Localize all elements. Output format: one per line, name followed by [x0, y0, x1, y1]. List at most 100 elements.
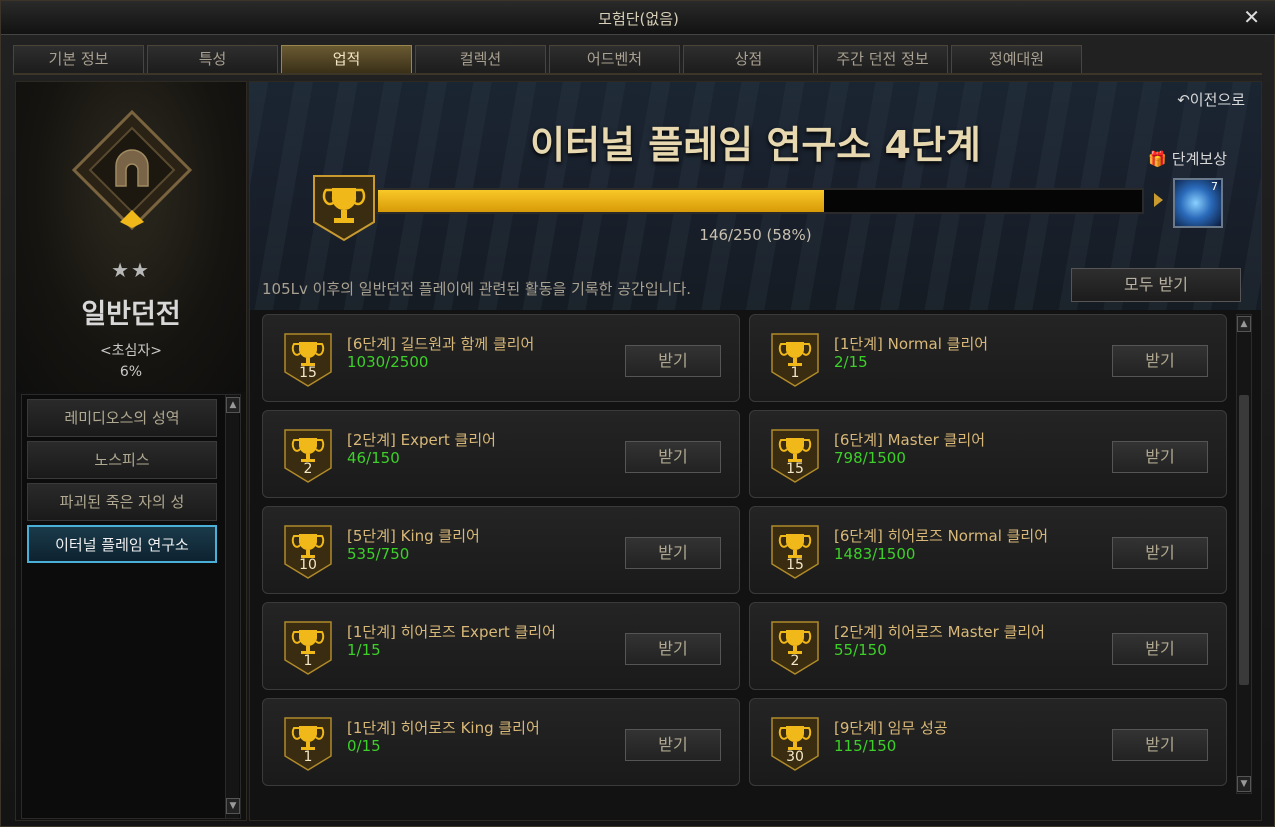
achievement-card: 2 [2단계] 히어로즈 Master 클리어 55/150 받기: [749, 602, 1227, 690]
achievement-progress: 1483/1500: [834, 545, 916, 563]
main-panel: ↶이전으로 이터널 플레임 연구소 4단계 🎁 단계보상 7 146/250 (…: [249, 81, 1262, 821]
achievement-title: [5단계] King 클리어: [347, 527, 480, 545]
left-panel: ★★ 일반던전 <초심자> 6% 레미디오스의 성역 노스피스 파괴된 죽은 자…: [15, 81, 247, 821]
difficulty-stars: ★★: [111, 258, 151, 282]
dungeon-gate-emblem-icon: [72, 110, 192, 230]
claim-button[interactable]: 받기: [1112, 345, 1208, 377]
achievement-progress: 798/1500: [834, 449, 906, 467]
achievement-progress: 46/150: [347, 449, 400, 467]
tab-achievements[interactable]: 업적: [281, 45, 412, 73]
scroll-up-icon[interactable]: ▲: [1237, 316, 1251, 332]
achievement-level: 15: [786, 557, 804, 573]
achievement-progress: 535/750: [347, 545, 410, 563]
stage-progress-fill: [378, 190, 825, 212]
stage-reward-label: 🎁 단계보상: [1148, 148, 1227, 169]
claim-button[interactable]: 받기: [1112, 729, 1208, 761]
achievement-title: [9단계] 임무 성공: [834, 719, 948, 737]
achievement-level: 15: [786, 461, 804, 477]
achievement-card: 1 [1단계] 히어로즈 Expert 클리어 1/15 받기: [262, 602, 740, 690]
dungeon-item-remedios[interactable]: 레미디오스의 성역: [27, 399, 217, 437]
achievement-card: 1 [1단계] Normal 클리어 2/15 받기: [749, 314, 1227, 402]
title-bar: 모험단(없음) ✕: [1, 1, 1275, 35]
achievement-card: 15 [6단계] 길드원과 함께 클리어 1030/2500 받기: [262, 314, 740, 402]
claim-button[interactable]: 받기: [625, 345, 721, 377]
claim-button[interactable]: 받기: [1112, 633, 1208, 665]
achievement-title: [1단계] Normal 클리어: [834, 335, 989, 353]
tab-traits[interactable]: 특성: [147, 45, 278, 73]
achievement-level: 15: [299, 365, 317, 381]
achievement-scrollbar[interactable]: ▲ ▼: [1236, 314, 1252, 794]
dungeon-emblem-area: ★★ 일반던전 <초심자> 6%: [16, 82, 246, 392]
dungeon-item-destroyed-castle[interactable]: 파괴된 죽은 자의 성: [27, 483, 217, 521]
stage-banner: ↶이전으로 이터널 플레임 연구소 4단계 🎁 단계보상 7 146/250 (…: [250, 82, 1261, 310]
gift-icon: 🎁: [1148, 150, 1168, 168]
achievement-title: [1단계] 히어로즈 King 클리어: [347, 719, 540, 737]
tab-elite-members[interactable]: 정예대원: [951, 45, 1082, 73]
scroll-down-icon[interactable]: ▼: [226, 798, 240, 814]
claim-button[interactable]: 받기: [1112, 441, 1208, 473]
achievement-progress: 1030/2500: [347, 353, 429, 371]
achievement-level: 1: [790, 365, 800, 381]
tab-weekly-dungeon[interactable]: 주간 던전 정보: [817, 45, 948, 73]
close-button[interactable]: ✕: [1243, 5, 1260, 29]
scroll-up-icon[interactable]: ▲: [226, 397, 240, 413]
achievement-progress: 2/15: [834, 353, 868, 371]
back-arrow-icon: ↶: [1177, 91, 1190, 109]
stage-reward-text: 단계보상: [1171, 150, 1227, 168]
tab-basic-info[interactable]: 기본 정보: [13, 45, 144, 73]
achievement-progress: 0/15: [347, 737, 381, 755]
achievement-card: 15 [6단계] 히어로즈 Normal 클리어 1483/1500 받기: [749, 506, 1227, 594]
stage-progress-text: 146/250 (58%): [699, 226, 812, 244]
claim-button[interactable]: 받기: [625, 729, 721, 761]
dungeon-item-eternal-flame[interactable]: 이터널 플레임 연구소: [27, 525, 217, 563]
achievement-window: 모험단(없음) ✕ 기본 정보 특성 업적 컬렉션 어드벤처 상점 주간 던전 …: [0, 0, 1275, 827]
claim-button[interactable]: 받기: [1112, 537, 1208, 569]
claim-button[interactable]: 받기: [625, 441, 721, 473]
stage-reward-item-icon[interactable]: 7: [1173, 178, 1223, 228]
back-button[interactable]: ↶이전으로: [1177, 89, 1245, 110]
stage-title: 이터널 플레임 연구소 4단계: [530, 123, 981, 167]
achievement-title: [1단계] 히어로즈 Expert 클리어: [347, 623, 556, 641]
achievement-level: 1: [303, 749, 313, 765]
scroll-down-icon[interactable]: ▼: [1237, 776, 1251, 792]
stage-description: 105Lv 이후의 일반던전 플레이에 관련된 활동을 기록한 공간입니다.: [262, 280, 692, 298]
achievement-title: [6단계] Master 클리어: [834, 431, 986, 449]
claim-all-button[interactable]: 모두 받기: [1071, 268, 1241, 302]
achievement-title: [2단계] 히어로즈 Master 클리어: [834, 623, 1045, 641]
tab-divider: [13, 73, 1262, 75]
achievement-title: [6단계] 길드원과 함께 클리어: [347, 335, 535, 353]
scroll-thumb[interactable]: [1239, 395, 1249, 685]
rank-label: <초심자>: [99, 343, 163, 359]
dungeon-item-nospice[interactable]: 노스피스: [27, 441, 217, 479]
achievement-level: 1: [303, 653, 313, 669]
achievement-grid: 15 [6단계] 길드원과 함께 클리어 1030/2500 받기 1 [1단계] Nor…: [262, 314, 1228, 814]
dungeon-list-scrollbar[interactable]: ▲ ▼: [225, 395, 240, 818]
tab-shop[interactable]: 상점: [683, 45, 814, 73]
rank-percent: 6%: [119, 364, 143, 380]
achievement-card: 10 [5단계] King 클리어 535/750 받기: [262, 506, 740, 594]
achievement-level: 10: [299, 557, 317, 573]
achievement-card: 30 [9단계] 임무 성공 115/150 받기: [749, 698, 1227, 786]
claim-button[interactable]: 받기: [625, 633, 721, 665]
achievement-card: 15 [6단계] Master 클리어 798/1500 받기: [749, 410, 1227, 498]
achievement-progress: 1/15: [347, 641, 381, 659]
achievement-card: 1 [1단계] 히어로즈 King 클리어 0/15 받기: [262, 698, 740, 786]
achievement-card: 2 [2단계] Expert 클리어 46/150 받기: [262, 410, 740, 498]
claim-button[interactable]: 받기: [625, 537, 721, 569]
dungeon-category-title: 일반던전: [81, 299, 181, 330]
tab-adventure[interactable]: 어드벤처: [549, 45, 680, 73]
achievement-level: 2: [790, 653, 800, 669]
achievement-progress: 115/150: [834, 737, 897, 755]
reward-count: 7: [1211, 180, 1218, 193]
window-title: 모험단(없음): [598, 10, 679, 28]
achievement-title: [2단계] Expert 클리어: [347, 431, 496, 449]
tab-bar: 기본 정보 특성 업적 컬렉션 어드벤처 상점 주간 던전 정보 정예대원: [13, 45, 1082, 73]
dungeon-list: 레미디오스의 성역 노스피스 파괴된 죽은 자의 성 이터널 플레임 연구소 ▲…: [21, 394, 241, 819]
tab-collection[interactable]: 컬렉션: [415, 45, 546, 73]
achievement-level: 30: [786, 749, 804, 765]
close-icon: ✕: [1243, 5, 1260, 29]
progress-arrow-icon: [1154, 193, 1163, 207]
achievement-progress: 55/150: [834, 641, 887, 659]
achievement-title: [6단계] 히어로즈 Normal 클리어: [834, 527, 1049, 545]
achievement-level: 2: [303, 461, 313, 477]
